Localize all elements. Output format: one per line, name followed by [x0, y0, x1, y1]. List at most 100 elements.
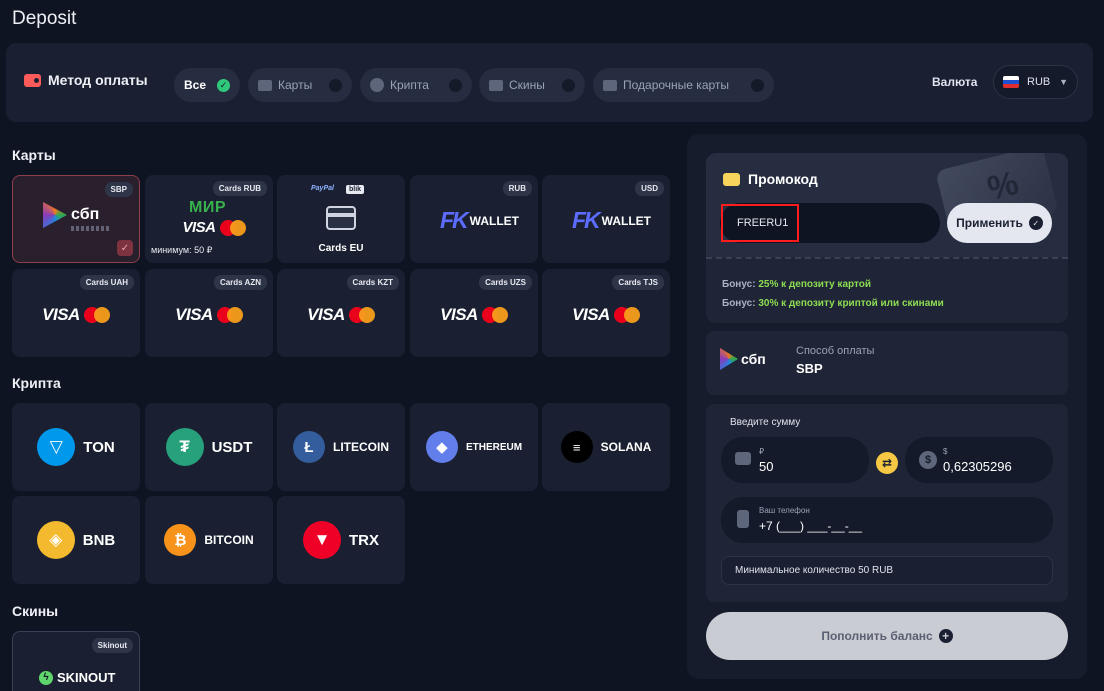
crypto-tile-ethereum[interactable]: ◆ ETHEREUM [410, 403, 538, 491]
deposit-side-panel: % Промокод FREERU1 Применить ✓ Бонус: 25… [687, 134, 1087, 679]
sbp-logo: сбп [43, 202, 99, 228]
ticket-icon [723, 172, 740, 186]
card-icon [258, 79, 272, 91]
litecoin-icon: Ł [293, 431, 325, 463]
visa-mastercard-logo: VISA [12, 305, 140, 325]
crypto-tile-litecoin[interactable]: Ł LITECOIN [277, 403, 405, 491]
crypto-tile-bnb[interactable]: ◈ BNB [12, 496, 140, 584]
card-tile-cards-eu[interactable]: PayPal blik Cards EU [277, 175, 405, 263]
crypto-tile-solana[interactable]: ≡ SOLANA [542, 403, 670, 491]
tron-icon: ▼ [303, 521, 341, 559]
toggle-indicator [329, 78, 342, 92]
sbp-logo-subtext [71, 226, 111, 231]
tile-tag: SBP [104, 182, 133, 197]
paypal-blik-logos: PayPal blik [311, 185, 365, 194]
filter-chip-all[interactable]: Все ✓ [174, 68, 240, 102]
visa-logo: VISA [182, 219, 216, 236]
bitcoin-icon: ₿ [164, 524, 197, 556]
solana-icon: ≡ [560, 431, 593, 463]
tile-tag: Skinout [91, 638, 133, 653]
filter-chip-crypto[interactable]: Крипта [360, 68, 472, 102]
amount-rub-input[interactable]: ₽ 50 [721, 437, 869, 483]
chevron-down-icon: ▼ [1059, 77, 1068, 87]
card-icon [735, 452, 751, 465]
section-title-skins: Скины [12, 603, 59, 619]
selected-payment-method: сбп Способ оплаты SBP [706, 331, 1068, 395]
method-caption: Способ оплаты [796, 345, 875, 357]
skinout-logo: ϟ SKINOUT [39, 670, 116, 685]
section-title-crypto: Крипта [12, 375, 61, 391]
filter-chip-gift-cards[interactable]: Подарочные карты [593, 68, 774, 102]
card-tile-visa-kzt[interactable]: Cards KZT VISA [277, 269, 405, 357]
tile-tag: RUB [502, 181, 532, 196]
promo-code-input[interactable]: FREERU1 [720, 203, 940, 243]
skin-tile-skinout[interactable]: Skinout ϟ SKINOUT [12, 631, 140, 691]
crypto-tile-ton[interactable]: ▽ TON [12, 403, 140, 491]
toggle-indicator [449, 78, 462, 92]
gun-icon [489, 79, 503, 91]
bnb-icon: ◈ [36, 521, 75, 559]
mastercard-icon [481, 307, 508, 323]
check-icon: ✓ [1028, 216, 1043, 230]
promo-bonus-info: Бонус: 25% к депозиту картой Бонус: 30% … [706, 257, 1068, 323]
swap-icon[interactable]: ⇄ [876, 452, 898, 474]
method-value: SBP [796, 361, 823, 376]
toggle-indicator [562, 78, 575, 92]
amount-form: Введите сумму ₽ 50 ⇄ $ $ 0,62305296 Ваш … [706, 404, 1068, 602]
section-title-cards: Карты [12, 147, 56, 163]
visa-logo: VISA [440, 305, 478, 324]
fkwallet-logo: FK WALLET [572, 207, 651, 233]
ethereum-icon: ◆ [425, 431, 458, 463]
currency-select[interactable]: RUB ▼ [993, 65, 1078, 99]
mastercard-icon [83, 307, 110, 323]
wallet-icon [24, 73, 41, 87]
tile-tag: Cards UAH [79, 275, 134, 290]
visa-mastercard-logo: VISA [410, 305, 538, 325]
card-tile-visa-uah[interactable]: Cards UAH VISA [12, 269, 140, 357]
lightning-icon: ϟ [39, 670, 53, 685]
crypto-tile-bitcoin[interactable]: ₿ BITCOIN [145, 496, 273, 584]
apply-promo-button[interactable]: Применить ✓ [947, 203, 1052, 243]
crypto-tile-usdt[interactable]: ₮ USDT [145, 403, 273, 491]
page-title: Deposit [12, 8, 77, 29]
card-tile-visa-uzs[interactable]: Cards UZS VISA [410, 269, 538, 357]
amount-title: Введите сумму [730, 417, 801, 428]
russia-flag-icon [1003, 76, 1019, 88]
visa-mastercard-logo: VISA [155, 219, 273, 236]
crypto-tile-trx[interactable]: ▼ TRX [277, 496, 405, 584]
sbp-logo-icon [720, 348, 738, 370]
top-up-balance-button[interactable]: Пополнить баланс + [706, 612, 1068, 660]
visa-logo: VISA [572, 305, 610, 324]
card-tile-fkwallet-rub[interactable]: RUB FK WALLET [410, 175, 538, 263]
card-tile-mir[interactable]: Cards RUB МИР VISA минимум: 50 ₽ [145, 175, 273, 263]
phone-input[interactable]: Ваш телефон +7 (___) ___-__-__ [721, 497, 1053, 543]
mastercard-icon [219, 219, 246, 236]
tile-tag: Cards AZN [213, 275, 267, 290]
visa-mastercard-logo: VISA [542, 305, 670, 325]
filter-chip-cards[interactable]: Карты [248, 68, 352, 102]
payment-method-filter-bar: Метод оплаты Все ✓ Карты Крипта Скины По… [6, 43, 1093, 122]
check-icon: ✓ [117, 240, 133, 256]
blik-logo: blik [345, 185, 365, 194]
mastercard-icon [613, 307, 640, 323]
promo-card: % Промокод FREERU1 Применить ✓ [706, 153, 1068, 257]
card-tile-visa-azn[interactable]: Cards AZN VISA [145, 269, 273, 357]
card-tile-fkwallet-usd[interactable]: USD FK WALLET [542, 175, 670, 263]
visa-logo: VISA [42, 305, 80, 324]
payment-method-label: Метод оплаты [24, 72, 148, 88]
amount-usd-input[interactable]: $ $ 0,62305296 [905, 437, 1053, 483]
tile-label: Cards EU [318, 243, 364, 254]
card-tile-sbp[interactable]: SBP сбп ✓ [12, 175, 140, 263]
promo-code-value: FREERU1 [721, 204, 799, 242]
plus-icon: + [938, 629, 953, 643]
card-tile-visa-tjs[interactable]: Cards TJS VISA [542, 269, 670, 357]
mastercard-icon [216, 307, 243, 323]
tile-tag: Cards UZS [479, 275, 532, 290]
tile-tag: Cards KZT [346, 275, 399, 290]
visa-mastercard-logo: VISA [277, 305, 405, 325]
minimum-note: минимум: 50 ₽ [151, 245, 213, 255]
minimum-amount-note: Минимальное количество 50 RUB [721, 556, 1053, 585]
filter-chip-skins[interactable]: Скины [479, 68, 585, 102]
visa-mastercard-logo: VISA [145, 305, 273, 325]
dollar-icon: $ [919, 451, 937, 469]
